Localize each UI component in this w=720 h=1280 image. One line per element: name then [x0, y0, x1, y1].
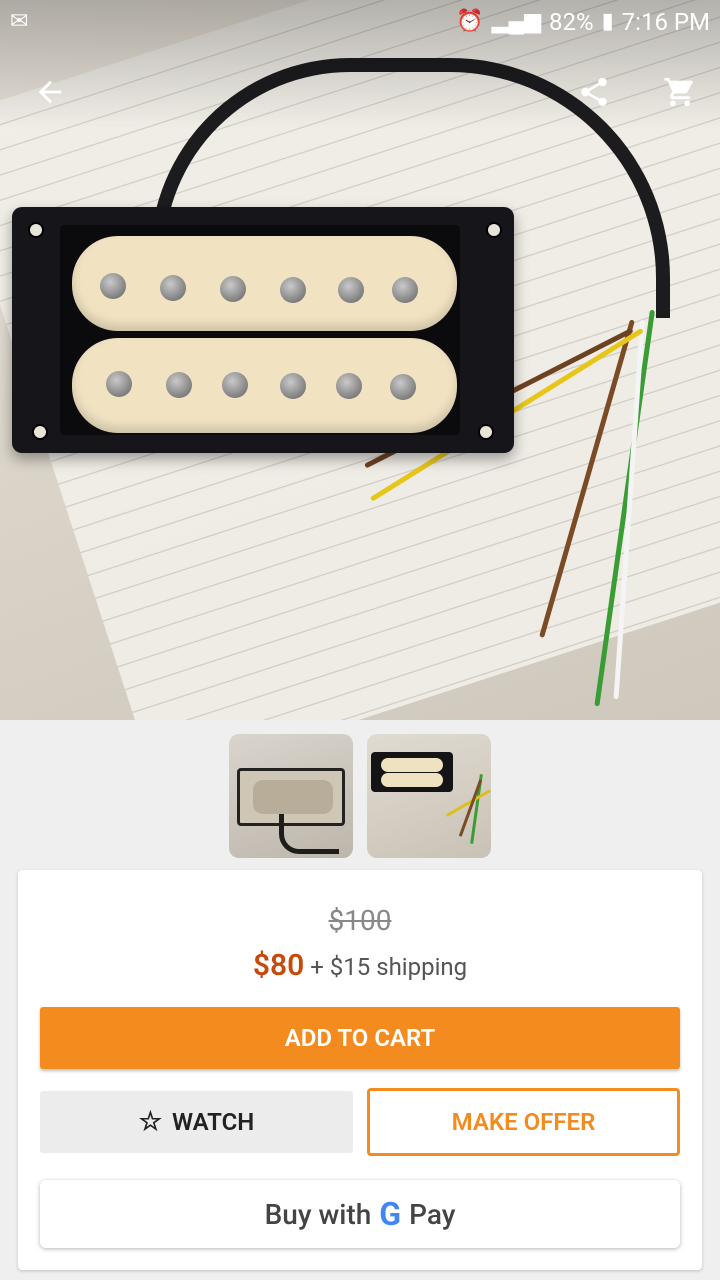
- purchase-card: $100 $80 + $15 shipping ADD TO CART ☆ WA…: [18, 870, 702, 1270]
- share-button[interactable]: [570, 68, 618, 116]
- thumb-bobbin-top: [381, 758, 443, 772]
- thumbnail-2[interactable]: [367, 734, 491, 858]
- alarm-icon: ⏰: [456, 9, 484, 34]
- clock: 7:16 PM: [621, 8, 710, 36]
- share-icon: [581, 77, 607, 107]
- current-price: $80: [252, 948, 305, 983]
- battery-icon: ▮: [601, 9, 614, 34]
- watch-label: WATCH: [172, 1108, 255, 1136]
- battery-percent: 82%: [549, 8, 594, 36]
- thumbnail-strip: [0, 734, 720, 858]
- thumb-bobbin-bottom: [381, 773, 443, 787]
- cart-icon: [664, 77, 693, 107]
- price-line: $80 + $15 shipping: [18, 948, 702, 983]
- signal-icon: ▂▄▆: [491, 9, 541, 34]
- make-offer-button[interactable]: MAKE OFFER: [367, 1088, 680, 1156]
- listing-page: ✉ ⏰ ▂▄▆ 82% ▮ 7:16 PM $100 $80 + $15 shi…: [0, 0, 720, 1280]
- status-right: ⏰ ▂▄▆ 82% ▮ 7:16 PM: [456, 8, 710, 36]
- back-arrow-icon: [38, 80, 62, 104]
- thumb-baseplate: [253, 780, 333, 814]
- watch-button[interactable]: ☆ WATCH: [40, 1091, 353, 1153]
- back-button[interactable]: [26, 68, 74, 116]
- pay-label: Pay: [409, 1197, 456, 1231]
- add-to-cart-button[interactable]: ADD TO CART: [40, 1007, 680, 1069]
- status-left: ✉: [10, 11, 28, 33]
- thumb-cable: [279, 814, 339, 854]
- status-bar: ✉ ⏰ ▂▄▆ 82% ▮ 7:16 PM: [0, 0, 720, 44]
- star-outline-icon: ☆: [138, 1107, 163, 1137]
- buy-with-label: Buy with: [264, 1197, 372, 1231]
- thumbnail-1[interactable]: [229, 734, 353, 858]
- shipping-cost: + $15 shipping: [310, 953, 468, 981]
- original-price: $100: [328, 904, 392, 937]
- mail-notification-icon: ✉: [10, 9, 29, 34]
- google-g-icon: G: [379, 1195, 402, 1233]
- cart-button[interactable]: [656, 68, 704, 116]
- buy-with-google-pay-button[interactable]: Buy with G Pay: [40, 1180, 680, 1248]
